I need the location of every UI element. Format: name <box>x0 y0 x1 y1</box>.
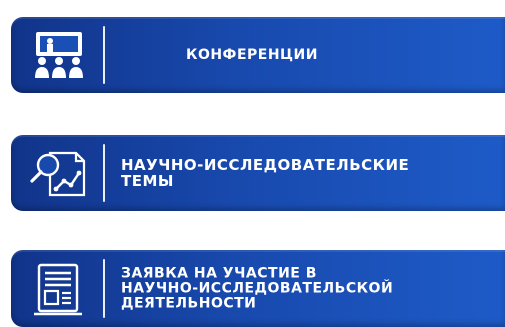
participation-application-label: ЗАЯВКА НА УЧАСТИЕ В НАУЧНО-ИССЛЕДОВАТЕЛЬ… <box>121 265 394 311</box>
participation-application-button[interactable]: ЗАЯВКА НА УЧАСТИЕ В НАУЧНО-ИССЛЕДОВАТЕЛЬ… <box>11 250 505 327</box>
button-divider <box>103 144 105 202</box>
research-topics-label: НАУЧНО-ИССЛЕДОВАТЕЛЬСКИЕ ТЕМЫ <box>121 156 410 190</box>
conferences-button[interactable]: КОНФЕРЕНЦИИ <box>11 17 505 93</box>
conference-audience-icon <box>24 27 94 83</box>
application-form-icon <box>24 261 94 317</box>
button-divider <box>103 259 105 318</box>
research-chart-icon <box>24 145 94 201</box>
conferences-label: КОНФЕРЕНЦИИ <box>186 47 318 63</box>
research-topics-button[interactable]: НАУЧНО-ИССЛЕДОВАТЕЛЬСКИЕ ТЕМЫ <box>11 135 505 211</box>
button-divider <box>103 26 105 84</box>
